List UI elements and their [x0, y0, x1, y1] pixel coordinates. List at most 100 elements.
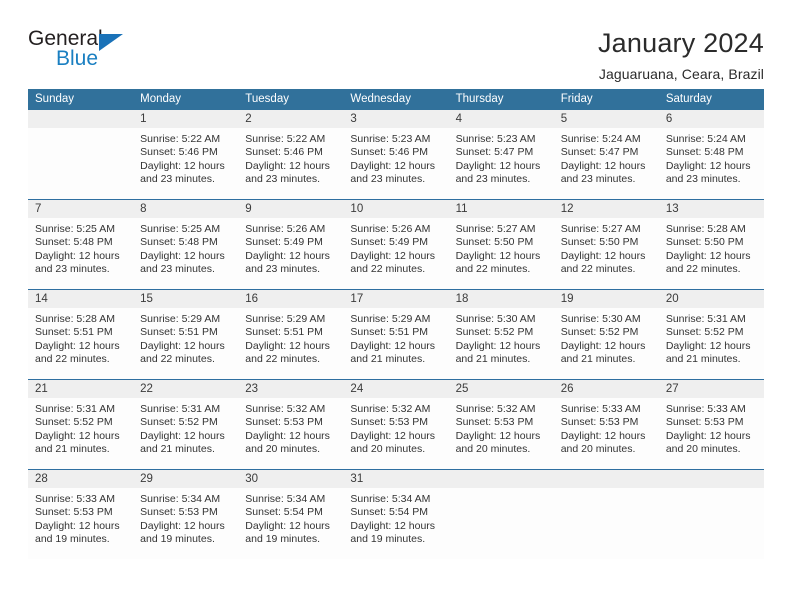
day-cell-empty — [28, 128, 133, 199]
day-cell[interactable]: Sunrise: 5:29 AM Sunset: 5:51 PM Daylight:… — [238, 308, 343, 379]
title-block: January 2024 Jaguaruana, Ceara, Brazil — [598, 28, 764, 82]
day-number[interactable]: 20 — [659, 290, 764, 308]
day-cell[interactable]: Sunrise: 5:26 AM Sunset: 5:49 PM Daylight:… — [343, 218, 448, 289]
day-number[interactable]: 24 — [343, 380, 448, 398]
day-number[interactable]: 21 — [28, 380, 133, 398]
day-cell[interactable]: Sunrise: 5:30 AM Sunset: 5:52 PM Daylight:… — [554, 308, 659, 379]
day-detail-line: Sunrise: 5:26 AM — [245, 223, 326, 235]
day-number[interactable]: 23 — [238, 380, 343, 398]
day-number[interactable]: 3 — [343, 110, 448, 128]
day-number[interactable]: 28 — [28, 470, 133, 488]
day-cell[interactable]: Sunrise: 5:22 AM Sunset: 5:46 PM Daylight:… — [133, 128, 238, 199]
day-cell[interactable]: Sunrise: 5:29 AM Sunset: 5:51 PM Daylight:… — [133, 308, 238, 379]
day-cell[interactable]: Sunrise: 5:25 AM Sunset: 5:48 PM Daylight:… — [28, 218, 133, 289]
brand-logo[interactable]: General Blue — [28, 28, 148, 74]
day-cell[interactable]: Sunrise: 5:24 AM Sunset: 5:47 PM Daylight:… — [554, 128, 659, 199]
day-cell[interactable]: Sunrise: 5:31 AM Sunset: 5:52 PM Daylight:… — [133, 398, 238, 469]
week-day-details: Sunrise: 5:25 AM Sunset: 5:48 PM Daylight:… — [28, 218, 764, 289]
day-number[interactable]: 6 — [659, 110, 764, 128]
day-cell[interactable]: Sunrise: 5:31 AM Sunset: 5:52 PM Daylight:… — [28, 398, 133, 469]
day-number[interactable]: 2 — [238, 110, 343, 128]
day-cell[interactable]: Sunrise: 5:32 AM Sunset: 5:53 PM Daylight:… — [238, 398, 343, 469]
day-cell[interactable]: Sunrise: 5:32 AM Sunset: 5:53 PM Daylight:… — [449, 398, 554, 469]
calendar-week-row: 21 22 23 24 25 26 27 Sunrise: 5:31 AM Sunset: 5:… — [28, 379, 764, 469]
day-number[interactable]: 18 — [449, 290, 554, 308]
day-cell-empty — [449, 488, 554, 559]
day-cell[interactable]: Sunrise: 5:29 AM Sunset: 5:51 PM Daylight:… — [343, 308, 448, 379]
brand-name-blue: Blue — [56, 47, 99, 70]
page-header: General Blue January 2024 Jaguaruana, Ce… — [0, 0, 792, 82]
day-cell[interactable]: Sunrise: 5:33 AM Sunset: 5:53 PM Daylight:… — [554, 398, 659, 469]
day-number[interactable]: 16 — [238, 290, 343, 308]
day-detail-line: Daylight: 12 hours — [350, 159, 436, 172]
day-number[interactable]: 25 — [449, 380, 554, 398]
day-detail-line: Sunset: 5:47 PM — [455, 146, 534, 159]
day-number[interactable]: 10 — [343, 200, 448, 218]
day-number[interactable]: 15 — [133, 290, 238, 308]
day-detail-line: and 20 minutes. — [455, 443, 531, 456]
day-cell[interactable]: Sunrise: 5:32 AM Sunset: 5:53 PM Daylight:… — [343, 398, 448, 469]
day-number[interactable]: 13 — [659, 200, 764, 218]
day-cell[interactable]: Sunrise: 5:28 AM Sunset: 5:51 PM Daylight:… — [28, 308, 133, 379]
day-detail-line: and 23 minutes. — [35, 263, 110, 276]
day-number[interactable]: 17 — [343, 290, 448, 308]
day-cell[interactable]: Sunrise: 5:30 AM Sunset: 5:52 PM Daylight:… — [449, 308, 554, 379]
day-number[interactable]: 26 — [554, 380, 659, 398]
day-number[interactable]: 4 — [449, 110, 554, 128]
day-detail-line: Daylight: 12 hours — [140, 519, 225, 532]
day-detail-line: Daylight: 12 hours — [245, 249, 330, 262]
day-detail-line: Daylight: 12 hours — [455, 339, 541, 352]
day-cell[interactable]: Sunrise: 5:28 AM Sunset: 5:50 PM Daylight:… — [659, 218, 764, 289]
day-cell[interactable]: Sunrise: 5:34 AM Sunset: 5:54 PM Daylight:… — [343, 488, 448, 559]
day-detail-line: Daylight: 12 hours — [665, 249, 751, 262]
day-number[interactable]: 8 — [133, 200, 238, 218]
day-cell[interactable]: Sunrise: 5:27 AM Sunset: 5:50 PM Daylight:… — [449, 218, 554, 289]
day-cell[interactable]: Sunrise: 5:33 AM Sunset: 5:53 PM Daylight:… — [659, 398, 764, 469]
weekday-header-thursday: Thursday — [455, 93, 504, 105]
day-cell[interactable]: Sunrise: 5:26 AM Sunset: 5:49 PM Daylight:… — [238, 218, 343, 289]
day-detail-line: Sunset: 5:53 PM — [560, 416, 639, 429]
day-number[interactable]: 12 — [554, 200, 659, 218]
weekday-header-row: Sunday Monday Tuesday Wednesday Thursday Frid… — [28, 89, 764, 110]
day-cell[interactable]: Sunrise: 5:23 AM Sunset: 5:47 PM Daylight:… — [449, 128, 554, 199]
day-number[interactable]: 9 — [238, 200, 343, 218]
day-number[interactable]: 1 — [133, 110, 238, 128]
day-detail-line: Sunset: 5:46 PM — [140, 146, 218, 159]
day-cell[interactable]: Sunrise: 5:34 AM Sunset: 5:53 PM Daylight:… — [133, 488, 238, 559]
day-number[interactable]: 19 — [554, 290, 659, 308]
day-cell[interactable]: Sunrise: 5:24 AM Sunset: 5:48 PM Daylight:… — [659, 128, 764, 199]
day-number[interactable]: 11 — [449, 200, 554, 218]
day-number[interactable]: 5 — [554, 110, 659, 128]
day-number[interactable]: 27 — [659, 380, 764, 398]
day-number[interactable]: 14 — [28, 290, 133, 308]
day-number[interactable]: 31 — [343, 470, 448, 488]
day-cell[interactable]: Sunrise: 5:33 AM Sunset: 5:53 PM Daylight:… — [28, 488, 133, 559]
day-detail-line: Sunrise: 5:24 AM — [665, 133, 746, 145]
day-detail-line: and 23 minutes. — [350, 173, 426, 186]
day-detail-line: and 23 minutes. — [560, 173, 636, 186]
day-detail-line: Sunset: 5:49 PM — [350, 236, 429, 249]
day-detail-line: and 19 minutes. — [245, 533, 320, 546]
day-cell[interactable]: Sunrise: 5:34 AM Sunset: 5:54 PM Daylight:… — [238, 488, 343, 559]
day-cell[interactable]: Sunrise: 5:23 AM Sunset: 5:46 PM Daylight:… — [343, 128, 448, 199]
day-cell[interactable]: Sunrise: 5:22 AM Sunset: 5:46 PM Daylight:… — [238, 128, 343, 199]
day-number[interactable]: 29 — [133, 470, 238, 488]
day-detail-line: Daylight: 12 hours — [350, 249, 436, 262]
day-detail-line: Daylight: 12 hours — [245, 159, 330, 172]
day-detail-line: Sunrise: 5:31 AM — [35, 403, 115, 415]
day-number-empty — [449, 470, 554, 488]
day-detail-line: Daylight: 12 hours — [665, 159, 751, 172]
weekday-header-wednesday: Wednesday — [350, 93, 411, 105]
day-detail-line: Sunset: 5:50 PM — [455, 236, 534, 249]
day-number[interactable]: 22 — [133, 380, 238, 398]
day-detail-line: Daylight: 12 hours — [350, 429, 436, 442]
day-cell[interactable]: Sunrise: 5:31 AM Sunset: 5:52 PM Daylight:… — [659, 308, 764, 379]
day-number[interactable]: 7 — [28, 200, 133, 218]
day-detail-line: Sunrise: 5:34 AM — [350, 493, 431, 505]
day-detail-line: Sunset: 5:49 PM — [245, 236, 323, 249]
day-cell[interactable]: Sunrise: 5:25 AM Sunset: 5:48 PM Daylight:… — [133, 218, 238, 289]
day-detail-line: Sunrise: 5:32 AM — [455, 403, 536, 415]
day-cell[interactable]: Sunrise: 5:27 AM Sunset: 5:50 PM Daylight:… — [554, 218, 659, 289]
day-number[interactable]: 30 — [238, 470, 343, 488]
calendar-page: General Blue January 2024 Jaguaruana, Ce… — [0, 0, 792, 612]
